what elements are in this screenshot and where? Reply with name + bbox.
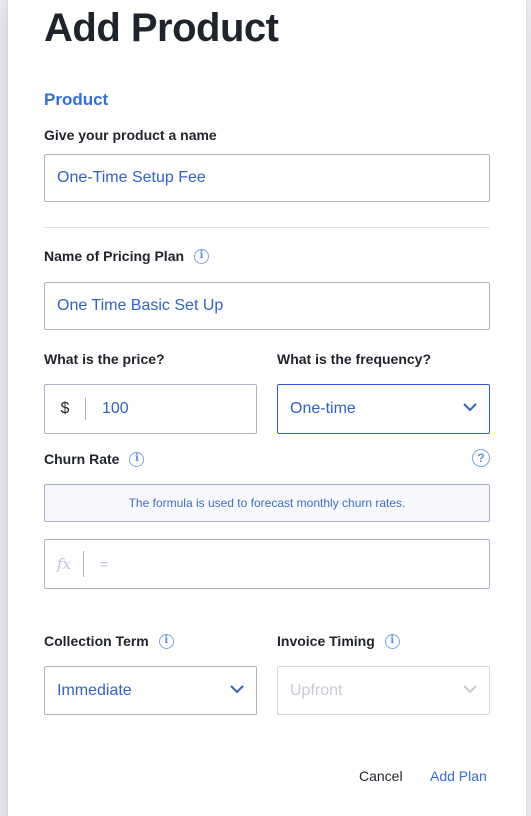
invoice-timing-value: Upfront bbox=[290, 681, 343, 699]
price-label: What is the price? bbox=[44, 351, 165, 367]
pricing-plan-info-icon[interactable]: i bbox=[194, 248, 210, 264]
frequency-value: One-time bbox=[290, 400, 356, 417]
price-label-text: What is the price? bbox=[44, 351, 165, 367]
collection-term-value: Immediate bbox=[57, 681, 132, 699]
collection-term-select[interactable]: Immediate bbox=[44, 666, 257, 715]
pricing-plan-value: One Time Basic Set Up bbox=[57, 297, 224, 314]
collection-term-label: Collection Term i bbox=[44, 633, 174, 649]
currency-symbol: $ bbox=[45, 398, 86, 420]
fx-icon: fx bbox=[45, 551, 84, 577]
product-name-input[interactable]: One-Time Setup Fee bbox=[44, 154, 490, 202]
product-name-label-text: Give your product a name bbox=[44, 127, 217, 143]
section-title-product: Product bbox=[44, 90, 109, 109]
churn-formula-input[interactable]: fx = bbox=[44, 539, 490, 589]
section-divider bbox=[44, 227, 490, 228]
price-input[interactable]: $ 100 bbox=[44, 384, 257, 434]
frequency-label: What is the frequency? bbox=[277, 351, 431, 367]
pricing-plan-input[interactable]: One Time Basic Set Up bbox=[44, 282, 490, 330]
churn-rate-label: Churn Rate i bbox=[44, 451, 145, 467]
pricing-plan-label-text: Name of Pricing Plan bbox=[44, 248, 185, 264]
collection-term-info-icon[interactable]: i bbox=[158, 633, 174, 649]
add-product-modal: Add Product Product Give your product a … bbox=[8, 0, 526, 816]
chevron-down-icon bbox=[463, 403, 477, 412]
churn-rate-info-icon[interactable]: i bbox=[129, 451, 145, 467]
invoice-timing-label-text: Invoice Timing bbox=[277, 633, 375, 649]
add-plan-button[interactable]: Add Plan bbox=[430, 768, 487, 784]
frequency-select[interactable]: One-time bbox=[277, 384, 490, 434]
product-name-label: Give your product a name bbox=[44, 127, 217, 143]
churn-formula-note-text: The formula is used to forecast monthly … bbox=[128, 496, 406, 510]
pricing-plan-label: Name of Pricing Plan i bbox=[44, 248, 210, 264]
collection-term-label-text: Collection Term bbox=[44, 633, 149, 649]
formula-value: = bbox=[100, 556, 109, 572]
chevron-down-icon bbox=[230, 684, 244, 693]
modal-title: Add Product bbox=[44, 6, 279, 50]
frequency-label-text: What is the frequency? bbox=[277, 351, 432, 367]
cancel-button[interactable]: Cancel bbox=[359, 768, 403, 784]
product-name-value: One-Time Setup Fee bbox=[57, 169, 206, 186]
invoice-timing-select[interactable]: Upfront bbox=[277, 666, 490, 715]
help-icon[interactable]: ? bbox=[472, 449, 490, 467]
price-value: 100 bbox=[102, 400, 129, 417]
chevron-down-icon bbox=[463, 684, 477, 693]
churn-rate-label-text: Churn Rate bbox=[44, 451, 120, 467]
invoice-timing-info-icon[interactable]: i bbox=[384, 633, 400, 649]
invoice-timing-label: Invoice Timing i bbox=[277, 633, 400, 649]
churn-formula-note: The formula is used to forecast monthly … bbox=[44, 484, 490, 522]
